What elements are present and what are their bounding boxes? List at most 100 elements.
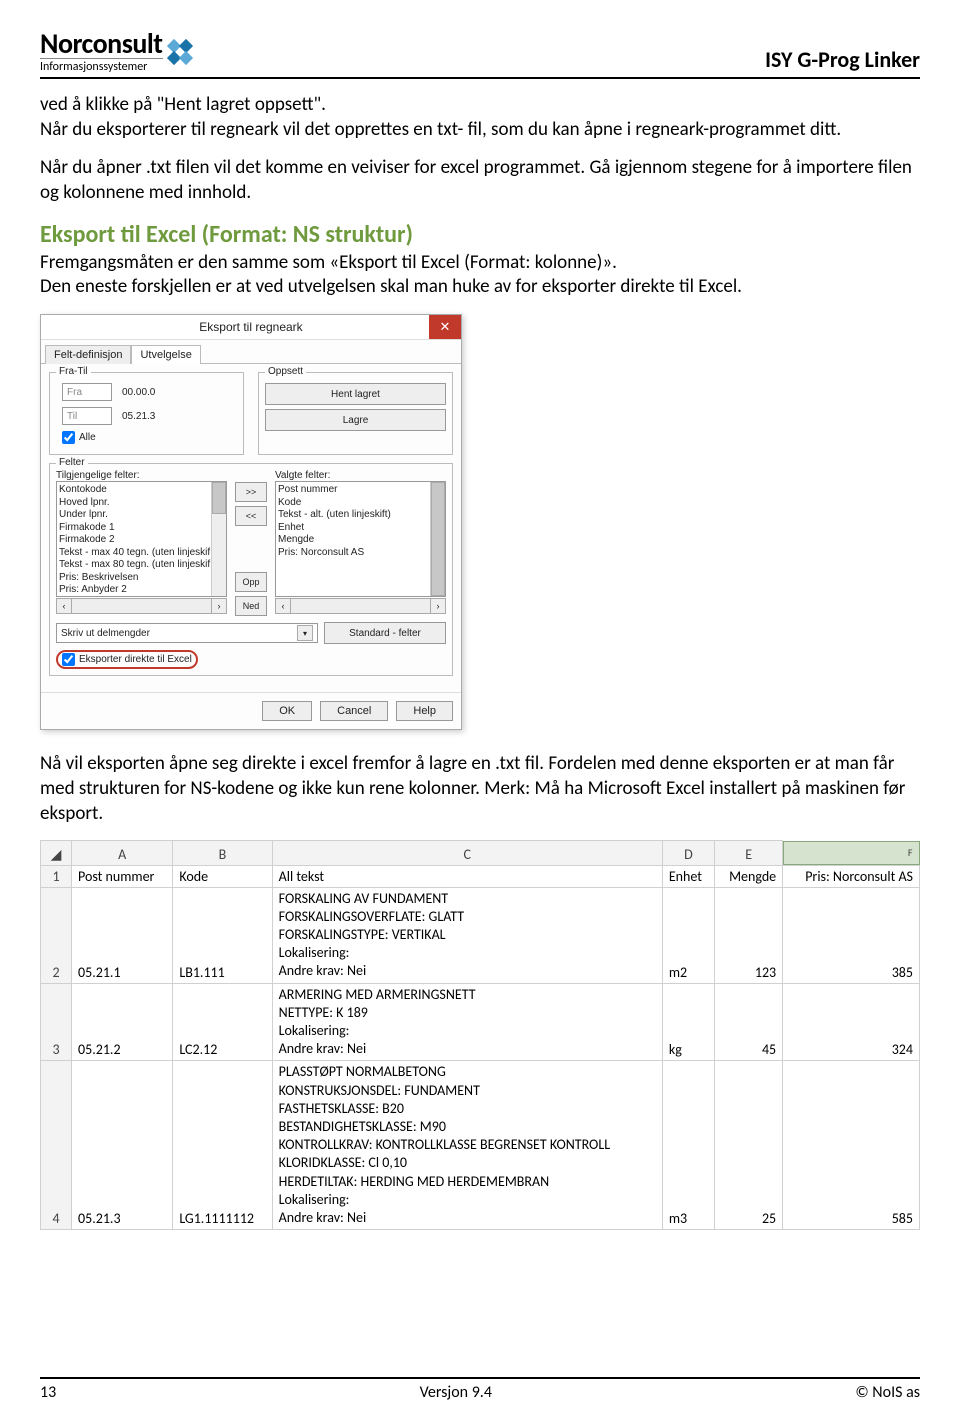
list-item[interactable]: Post nummer — [278, 484, 443, 497]
paragraph: Nå vil eksporten åpne seg direkte i exce… — [40, 752, 905, 824]
list-item[interactable]: Pris: Anbyder 2 — [59, 584, 224, 597]
cell-kode: LG1.1111112 — [173, 1061, 272, 1230]
document-title: ISY G-Prog Linker — [765, 46, 920, 73]
cell-tekst: PLASSTØPT NORMALBETONGKONSTRUKSJONSDEL: … — [272, 1061, 662, 1230]
group-felter: Felter Tilgjengelige felter: KontokodeHo… — [49, 463, 453, 676]
available-listbox[interactable]: KontokodeHoved lpnr.Under lpnr.Firmakode… — [56, 481, 227, 597]
section-heading: Eksport til Excel (Format: NS struktur) — [40, 220, 920, 249]
list-item[interactable]: Hoved lpnr. — [59, 497, 224, 510]
paragraph: Den eneste forskjellen er at ved utvelge… — [40, 275, 742, 298]
list-item[interactable]: Pris: Norconsult AS — [278, 547, 443, 560]
cell-kode: LC2.12 — [173, 983, 272, 1061]
opp-button[interactable]: Opp — [235, 572, 267, 592]
list-item[interactable]: Firmakode 2 — [59, 534, 224, 547]
logo-text-top: Norconsult — [40, 30, 163, 58]
h-scrollbar[interactable]: ‹› — [275, 598, 446, 614]
paragraph: Når du åpner .txt filen vil det komme en… — [40, 156, 912, 204]
eksporter-excel-checkbox[interactable]: Eksporter direkte til Excel — [62, 654, 192, 665]
selected-listbox[interactable]: Post nummerKodeTekst - alt. (uten linjes… — [275, 481, 446, 597]
selected-label: Valgte felter: — [275, 470, 446, 481]
row-header: 3 — [41, 983, 72, 1061]
logo-text-bottom: Informasjonssystemer — [40, 58, 163, 73]
list-item[interactable]: Kontokode — [59, 484, 224, 497]
til-label: Til — [62, 407, 112, 425]
column-header: A — [72, 841, 173, 866]
fra-label: Fra — [62, 383, 112, 401]
column-header: C — [272, 841, 662, 866]
group-label: Felter — [56, 457, 88, 468]
h-scrollbar[interactable]: ‹› — [56, 598, 227, 614]
page-footer: 13 Versjon 9.4 © NoIS as — [40, 1377, 920, 1402]
cell-pris: 385 — [783, 887, 920, 983]
row-header: 2 — [41, 887, 72, 983]
tab-utvelgelse[interactable]: Utvelgelse — [131, 345, 200, 364]
paragraph: Når du eksporterer til regneark vil det … — [40, 118, 841, 141]
copyright: © NoIS as — [855, 1383, 920, 1402]
table-row: 205.21.1LB1.111FORSKALING AV FUNDAMENTFO… — [41, 887, 920, 983]
paragraph: ved å klikke på "Hent lagret oppsett". — [40, 93, 326, 116]
cell-tekst: ARMERING MED ARMERINGSNETTNETTYPE: K 189… — [272, 983, 662, 1061]
fra-value: 00.00.0 — [118, 381, 159, 403]
cell-tekst: FORSKALING AV FUNDAMENTFORSKALINGSOVERFL… — [272, 887, 662, 983]
scrollbar[interactable] — [430, 482, 445, 596]
list-item[interactable]: Enhet — [278, 522, 443, 535]
cell-post: 05.21.2 — [72, 983, 173, 1061]
header-cell: Kode — [173, 865, 272, 887]
export-dialog: Eksport til regneark ✕ Felt-definisjon U… — [40, 314, 462, 730]
cancel-button[interactable]: Cancel — [320, 701, 388, 721]
column-header: F — [783, 841, 919, 865]
move-left-button[interactable]: << — [235, 506, 267, 526]
help-button[interactable]: Help — [396, 701, 453, 721]
table-row: 305.21.2LC2.12ARMERING MED ARMERINGSNETT… — [41, 983, 920, 1061]
dialog-tabs: Felt-definisjon Utvelgelse — [41, 340, 461, 364]
group-oppsett: Oppsett Hent lagret Lagre — [258, 372, 453, 455]
list-item[interactable]: Pris: Anbyder 3 — [59, 597, 224, 598]
list-item[interactable]: Pris: Beskrivelsen — [59, 572, 224, 585]
cell-kode: LB1.111 — [173, 887, 272, 983]
row-header: 1 — [41, 865, 72, 887]
list-item[interactable]: Tekst - alt. (uten linjeskift) — [278, 509, 443, 522]
tab-felt-definisjon[interactable]: Felt-definisjon — [45, 345, 131, 364]
close-icon: ✕ — [440, 319, 451, 335]
cell-post: 05.21.3 — [72, 1061, 173, 1230]
cell-post: 05.21.1 — [72, 887, 173, 983]
list-item[interactable]: Kode — [278, 497, 443, 510]
cell-pris: 324 — [783, 983, 920, 1061]
logo-icon — [169, 41, 191, 63]
list-item[interactable]: Tekst - max 40 tegn. (uten linjeskif — [59, 547, 224, 560]
header-cell: All tekst — [272, 865, 662, 887]
list-item[interactable]: Firmakode 1 — [59, 522, 224, 535]
move-right-button[interactable]: >> — [235, 482, 267, 502]
til-value: 05.21.3 — [118, 405, 159, 427]
cell-mengde: 25 — [715, 1061, 783, 1230]
cell-enhet: m3 — [662, 1061, 714, 1230]
page-number: 13 — [40, 1383, 56, 1402]
cell-mengde: 45 — [715, 983, 783, 1061]
list-item[interactable]: Tekst - max 80 tegn. (uten linjeskif — [59, 559, 224, 572]
hent-lagret-button[interactable]: Hent lagret — [265, 383, 446, 405]
row-header: 4 — [41, 1061, 72, 1230]
cell-mengde: 123 — [715, 887, 783, 983]
lagre-button[interactable]: Lagre — [265, 409, 446, 431]
group-fra-til: Fra-Til Fra00.00.0 Til05.21.3 Alle — [49, 372, 244, 455]
version: Versjon 9.4 — [420, 1383, 492, 1402]
ok-button[interactable]: OK — [262, 701, 312, 721]
list-item[interactable]: Mengde — [278, 534, 443, 547]
skriv-ut-select[interactable]: Skriv ut delmengder▾ — [56, 623, 318, 643]
excel-corner: ◢ — [41, 841, 72, 866]
chevron-down-icon: ▾ — [297, 625, 313, 641]
available-label: Tilgjengelige felter: — [56, 470, 227, 481]
column-header: D — [662, 841, 714, 866]
column-header: B — [173, 841, 272, 866]
scrollbar[interactable] — [211, 482, 226, 596]
group-label: Fra-Til — [56, 366, 91, 377]
header-cell: Enhet — [662, 865, 714, 887]
ned-button[interactable]: Ned — [235, 596, 267, 616]
close-button[interactable]: ✕ — [429, 315, 461, 339]
list-item[interactable]: Under lpnr. — [59, 509, 224, 522]
header-cell: Pris: Norconsult AS — [783, 865, 920, 887]
standard-felter-button[interactable]: Standard - felter — [324, 622, 446, 644]
table-row: 405.21.3LG1.1111112PLASSTØPT NORMALBETON… — [41, 1061, 920, 1230]
alle-checkbox[interactable]: Alle — [62, 432, 96, 443]
cell-enhet: kg — [662, 983, 714, 1061]
